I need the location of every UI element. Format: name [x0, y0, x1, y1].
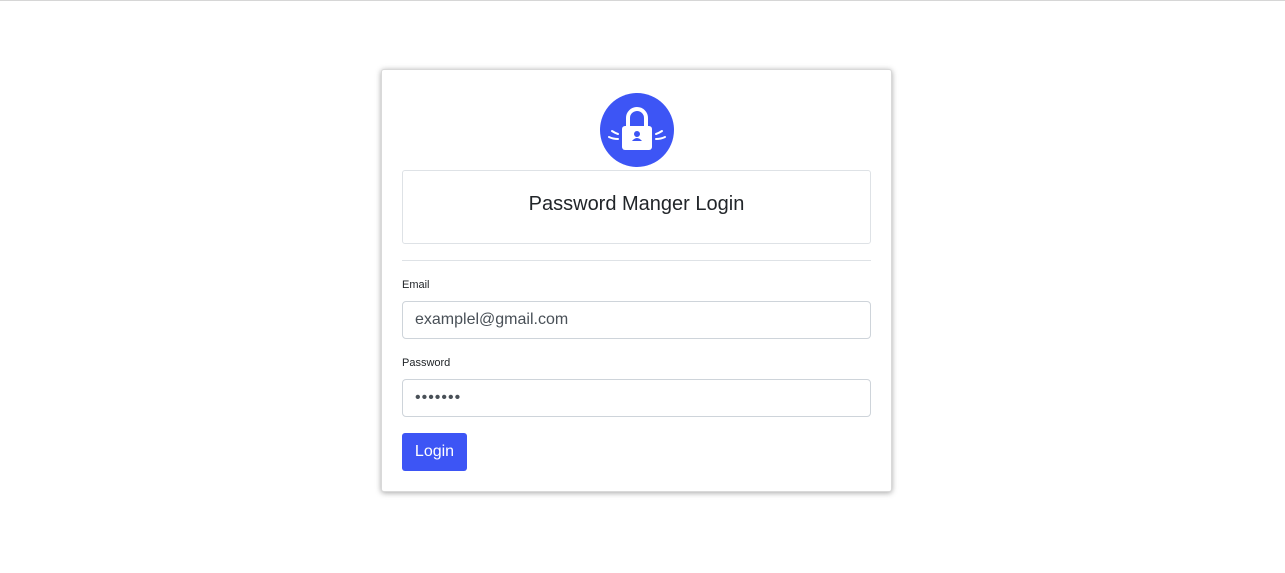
email-label: Email — [402, 279, 430, 291]
password-field[interactable] — [402, 379, 871, 417]
page-title: Password Manger Login — [528, 192, 745, 215]
padlock-icon — [600, 93, 674, 167]
login-button[interactable]: Login — [402, 433, 467, 471]
divider — [402, 260, 871, 261]
title-box: Password Manger Login — [402, 170, 871, 244]
top-rule — [0, 0, 1285, 1]
password-label: Password — [402, 357, 451, 369]
email-field[interactable] — [402, 301, 871, 339]
login-card: Password Manger Login Email Password Log… — [381, 69, 892, 492]
